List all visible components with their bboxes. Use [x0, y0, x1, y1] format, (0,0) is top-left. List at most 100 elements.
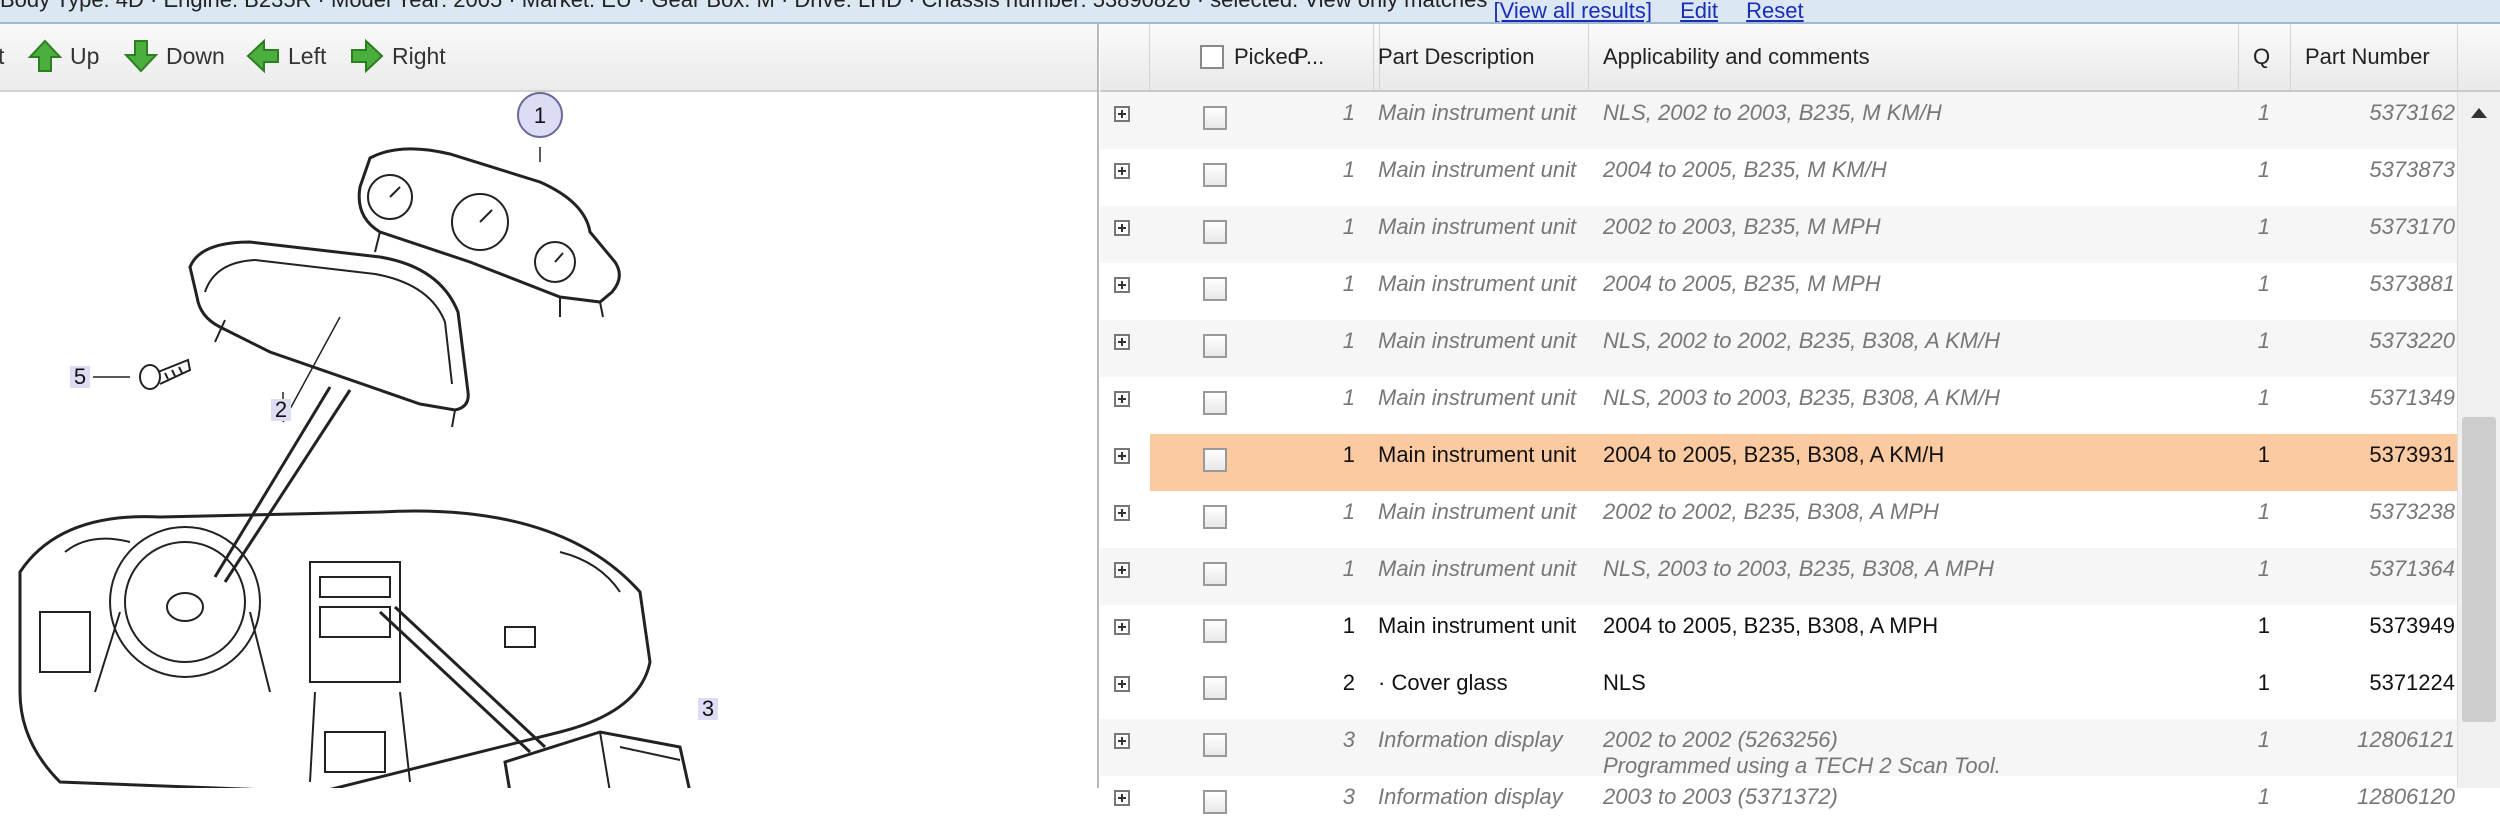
header-part-number[interactable]: Part Number: [2291, 24, 2458, 90]
cell-part-number: 5373238: [2369, 499, 2455, 524]
expand-plus-icon[interactable]: [1114, 391, 1130, 407]
expand-plus-icon[interactable]: [1114, 277, 1130, 293]
table-row[interactable]: 1 Main instrument unit NLS, 2002 to 2002, …: [1100, 320, 2458, 377]
picked-checkbox[interactable]: [1203, 790, 1227, 814]
cell-applicability: NLS: [1603, 670, 2223, 696]
expand-plus-icon[interactable]: [1114, 334, 1130, 350]
pan-down-button[interactable]: Down: [124, 38, 225, 74]
picked-checkbox[interactable]: [1203, 163, 1227, 187]
picked-checkbox[interactable]: [1203, 733, 1227, 757]
cell-part-number: 5373949: [2369, 613, 2455, 638]
cell-pos: 1: [1342, 328, 1355, 353]
applicability-text: 2002 to 2002, B235, B308, A MPH: [1603, 499, 1939, 524]
select-all-checkbox[interactable]: [1200, 45, 1224, 69]
picked-checkbox[interactable]: [1203, 448, 1227, 472]
table-row[interactable]: 1 Main instrument unit 2002 to 2002, B235,…: [1100, 491, 2458, 548]
applicability-text: 2002 to 2003, B235, M MPH: [1603, 214, 1881, 239]
table-row[interactable]: 1 Main instrument unit 2004 to 2005, B235,…: [1100, 149, 2458, 206]
scroll-up-icon[interactable]: [2471, 108, 2487, 118]
expand-plus-icon[interactable]: [1114, 448, 1130, 464]
up-label: Up: [70, 42, 100, 69]
applicability-text: NLS: [1603, 670, 1646, 695]
picked-checkbox[interactable]: [1203, 391, 1227, 415]
edit-link[interactable]: Edit: [1680, 0, 1718, 22]
table-row[interactable]: 3 Information display 2003 to 2003 (537137…: [1100, 776, 2458, 833]
vehicle-info-bar: Body Type: 4D · Engine: B235R · Model Ye…: [0, 0, 2500, 24]
table-row[interactable]: 1 Main instrument unit 2002 to 2003, B235,…: [1100, 206, 2458, 263]
header-description[interactable]: Part Description: [1364, 24, 1589, 90]
expand-plus-icon[interactable]: [1114, 619, 1130, 635]
picked-checkbox[interactable]: [1203, 676, 1227, 700]
picked-checkbox[interactable]: [1203, 220, 1227, 244]
cell-part-number: 5373162: [2369, 100, 2455, 125]
header-part-number-label: Part Number: [2305, 44, 2430, 69]
cell-pos: 1: [1342, 271, 1355, 296]
pan-left-button[interactable]: Left: [246, 38, 326, 74]
callout-2[interactable]: 2: [271, 397, 291, 422]
header-pos[interactable]: P...: [1280, 24, 1374, 90]
applicability-text: 2004 to 2005, B235, M KM/H: [1603, 157, 1887, 182]
cell-part-number: 5373931: [2369, 442, 2455, 467]
scrollbar-thumb[interactable]: [2462, 417, 2496, 722]
applicability-text: 2004 to 2005, B235, M MPH: [1603, 271, 1881, 296]
callout-5[interactable]: 5: [70, 364, 130, 389]
cell-description: Main instrument unit: [1378, 214, 1577, 239]
cell-description: Information display: [1378, 727, 1563, 752]
expand-plus-icon[interactable]: [1114, 790, 1130, 806]
expand-plus-icon[interactable]: [1114, 562, 1130, 578]
cell-part-number: 5373881: [2369, 271, 2455, 296]
expand-plus-icon[interactable]: [1114, 220, 1130, 236]
print-button[interactable]: t: [0, 38, 4, 74]
expand-plus-icon[interactable]: [1114, 676, 1130, 692]
applicability-text: 2002 to 2002 (5263256): [1603, 727, 1838, 752]
row-expander-cell: [1100, 605, 1150, 662]
cover-glass-drawing: [188, 240, 470, 428]
table-row[interactable]: 1 Main instrument unit 2004 to 2005, B235,…: [1100, 434, 2458, 491]
callout-1[interactable]: 1: [517, 92, 563, 138]
callout-3[interactable]: 3: [698, 696, 718, 721]
cell-part-number: 5371349: [2369, 385, 2455, 410]
grid-scrollbar[interactable]: [2457, 92, 2500, 788]
arrow-right-icon: [351, 39, 384, 73]
pan-right-button[interactable]: Right: [350, 38, 446, 74]
applicability-text: 2004 to 2005, B235, B308, A MPH: [1603, 613, 1939, 638]
picked-checkbox[interactable]: [1203, 106, 1227, 130]
picked-checkbox[interactable]: [1203, 505, 1227, 529]
diagram-toolbar: t Up Down Left Right: [0, 24, 1097, 92]
table-row[interactable]: 1 Main instrument unit 2004 to 2005, B235,…: [1100, 263, 2458, 320]
expand-plus-icon[interactable]: [1114, 505, 1130, 521]
expand-plus-icon[interactable]: [1114, 163, 1130, 179]
exploded-view-drawing: 1 2 3 5: [18, 92, 718, 794]
row-expander-cell: [1100, 434, 1150, 491]
table-row[interactable]: 1 Main instrument unit NLS, 2003 to 2003, …: [1100, 548, 2458, 605]
row-expander-cell: [1100, 548, 1150, 605]
expand-plus-icon[interactable]: [1114, 733, 1130, 749]
header-qty[interactable]: Q: [2239, 24, 2291, 90]
view-all-results-link[interactable]: [View all results]: [1493, 0, 1652, 22]
header-expand-column: [1100, 24, 1150, 90]
applicability-text: NLS, 2003 to 2003, B235, B308, A KM/H: [1603, 385, 2001, 410]
callout-1-label: 1: [534, 103, 546, 128]
left-label: Left: [288, 42, 327, 69]
header-qty-label: Q: [2253, 44, 2271, 69]
cell-part-number: 5373170: [2369, 214, 2455, 239]
table-row[interactable]: 3 Information display 2002 to 2002 (526325…: [1100, 719, 2458, 778]
expand-plus-icon[interactable]: [1114, 106, 1130, 122]
cell-description: Main instrument unit: [1378, 385, 1577, 410]
table-row[interactable]: 1 Main instrument unit NLS, 2002 to 2003, …: [1100, 92, 2458, 149]
applicability-text: NLS, 2003 to 2003, B235, B308, A MPH: [1603, 556, 1994, 581]
table-row[interactable]: 1 Main instrument unit NLS, 2003 to 2003, …: [1100, 377, 2458, 434]
parts-grid: Picked P... Part Description Applicabili…: [1100, 24, 2500, 814]
cell-description: Main instrument unit: [1378, 442, 1577, 467]
picked-checkbox[interactable]: [1203, 334, 1227, 358]
picked-checkbox[interactable]: [1203, 277, 1227, 301]
table-row[interactable]: 2 · Cover glass NLS 1 5371224: [1100, 662, 2458, 719]
picked-checkbox[interactable]: [1203, 562, 1227, 586]
header-applicability[interactable]: Applicability and comments: [1589, 24, 2239, 90]
table-row[interactable]: 1 Main instrument unit 2004 to 2005, B235,…: [1100, 605, 2458, 662]
picked-checkbox[interactable]: [1203, 619, 1227, 643]
pan-up-button[interactable]: Up: [28, 38, 99, 74]
cell-part-number: 12806121: [2357, 727, 2455, 752]
reset-link[interactable]: Reset: [1746, 0, 1803, 22]
header-pos-label: P...: [1294, 44, 1325, 69]
